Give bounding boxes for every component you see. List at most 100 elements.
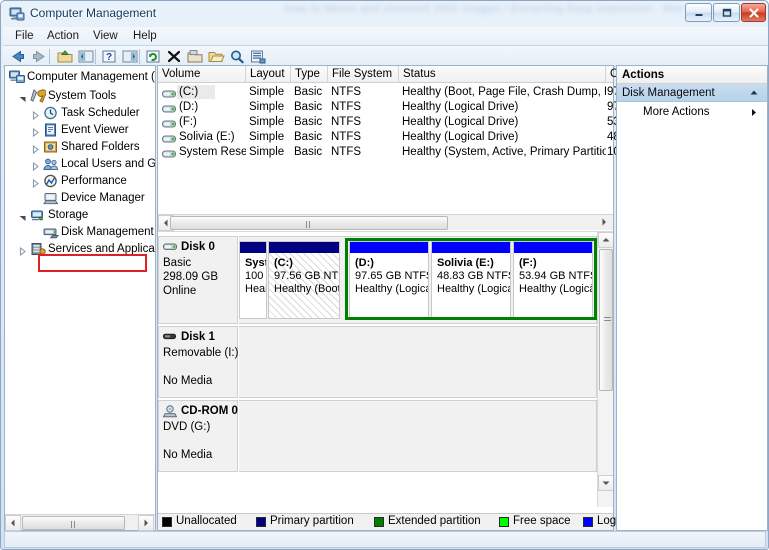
chevron-down-icon[interactable] — [18, 211, 27, 221]
scroll-right-arrow-icon[interactable] — [138, 515, 154, 531]
search-icon[interactable] — [228, 48, 246, 65]
tree-item-performance[interactable]: Performance — [5, 173, 155, 189]
chevron-right-icon[interactable] — [31, 109, 40, 121]
scroll-left-arrow-icon[interactable] — [5, 515, 21, 531]
chevron-right-icon[interactable] — [31, 177, 40, 189]
table-row[interactable]: (D:) Simple Basic NTFS Healthy (Logical … — [158, 100, 620, 115]
close-button[interactable] — [741, 3, 766, 22]
show-hide-tree-icon[interactable] — [77, 48, 95, 65]
toolbar-separator — [139, 49, 140, 64]
chevron-right-icon[interactable] — [31, 126, 40, 138]
cdrom-icon — [162, 405, 179, 418]
partition-bar — [240, 242, 266, 253]
show-action-pane-icon[interactable] — [121, 48, 139, 65]
table-row[interactable]: System Reserved Simple Basic NTFS Health… — [158, 145, 620, 160]
disk-view-vertical-scrollbar[interactable] — [597, 232, 613, 507]
tree-item-local-users-and-groups[interactable]: Local Users and Groups — [5, 156, 155, 172]
cell-volume: (F:) — [179, 116, 197, 128]
disk-block-cdrom-0[interactable]: CD-ROM 0 DVD (G:) No Media — [158, 400, 597, 472]
event-viewer-icon — [43, 123, 59, 137]
grip-icon — [70, 521, 77, 528]
up-folder-icon[interactable] — [56, 48, 74, 65]
cdrom-0-info[interactable]: CD-ROM 0 DVD (G:) No Media — [158, 400, 238, 472]
partition-f[interactable]: (F:) 53.94 GB NTFS Healthy (Logicà — [513, 241, 593, 319]
partition-c[interactable]: (C:) 97.56 GB NTFS Healthy (Boot, P. — [268, 241, 340, 319]
disk-block-disk-1[interactable]: Disk 1 Removable (I:) No Media — [158, 326, 597, 398]
disk-0-info[interactable]: Disk 0 Basic 298.09 GB Online — [158, 236, 238, 324]
actions-more-actions[interactable]: More Actions — [617, 104, 767, 121]
tree-item-event-viewer[interactable]: Event Viewer — [5, 122, 155, 138]
export-list-icon[interactable] — [249, 48, 267, 65]
column-header-type[interactable]: Type — [291, 66, 328, 82]
partition-system-reserved[interactable]: Systé 100 Μ Healt — [239, 241, 267, 319]
menu-help[interactable]: Help — [127, 29, 163, 44]
back-arrow-icon[interactable] — [9, 48, 27, 65]
table-row[interactable]: (F:) Simple Basic NTFS Healthy (Logical … — [158, 115, 620, 130]
open-folder-icon[interactable] — [207, 48, 225, 65]
forward-arrow-icon[interactable] — [30, 48, 48, 65]
tree-item-task-scheduler[interactable]: Task Scheduler — [5, 105, 155, 121]
cell-status: Healthy (Logical Drive) — [402, 116, 519, 128]
volume-icon — [162, 132, 176, 143]
partition-bar — [269, 242, 339, 253]
partition-label: (F:) — [519, 257, 537, 269]
computer-management-icon — [9, 6, 25, 22]
chevron-right-icon[interactable] — [18, 245, 27, 257]
refresh-icon[interactable] — [144, 48, 162, 65]
column-header-file-system[interactable]: File System — [328, 66, 399, 82]
help-icon[interactable]: ? — [100, 48, 118, 65]
volume-list-scroll-thumb[interactable] — [170, 216, 448, 230]
cell-file-system: NTFS — [331, 116, 362, 128]
chevron-right-icon[interactable] — [750, 104, 758, 127]
legend-swatch — [256, 517, 266, 527]
menu-action[interactable]: Action — [41, 29, 85, 44]
menu-file[interactable]: File — [9, 29, 40, 44]
tree-item-disk-management[interactable]: Disk Management — [5, 224, 155, 240]
tree-item-shared-folders[interactable]: Shared Folders — [5, 139, 155, 155]
legend-label: Unallocated — [176, 515, 237, 527]
minimize-button[interactable] — [685, 3, 712, 22]
disk-block-disk-0[interactable]: Disk 0 Basic 298.09 GB Online Systé 100 … — [158, 236, 613, 324]
scroll-up-arrow-icon[interactable] — [598, 232, 613, 248]
column-header-status[interactable]: Status — [399, 66, 606, 82]
tree-item-system-tools[interactable]: System Tools — [5, 88, 155, 104]
maximize-button[interactable] — [713, 3, 740, 22]
tree-item-label: Event Viewer — [61, 124, 129, 136]
table-row[interactable]: (C:) Simple Basic NTFS Healthy (Boot, Pa… — [158, 85, 620, 100]
menu-view[interactable]: View — [87, 29, 124, 44]
legend-swatch — [374, 517, 384, 527]
partition-status: Healt — [245, 283, 266, 295]
tree-item-computer-management[interactable]: Computer Management (Local — [5, 69, 155, 85]
volume-list-horizontal-scrollbar[interactable] — [158, 214, 613, 231]
cdrom-0-status: No Media — [163, 449, 213, 461]
delete-icon[interactable] — [165, 48, 183, 65]
tree-horizontal-scrollbar[interactable] — [5, 514, 155, 531]
properties-icon[interactable] — [186, 48, 204, 65]
partition-d[interactable]: (D:) 97.65 GB NTFS Healthy (Logica — [349, 241, 429, 319]
actions-group-disk-management[interactable]: Disk Management — [617, 84, 767, 102]
removable-disk-icon — [163, 331, 179, 344]
tree-scroll-thumb[interactable] — [22, 516, 125, 530]
chevron-down-icon[interactable] — [18, 92, 27, 102]
scroll-right-arrow-icon[interactable] — [597, 215, 613, 231]
chevron-right-icon[interactable] — [31, 160, 40, 172]
disk-1-info[interactable]: Disk 1 Removable (I:) No Media — [158, 326, 238, 398]
window-title: Computer Management — [30, 6, 157, 20]
tree-item-storage[interactable]: Storage — [5, 207, 155, 223]
column-header-volume[interactable]: Volume — [158, 66, 246, 82]
chevron-right-icon[interactable] — [31, 143, 40, 155]
disk-view-scroll-thumb[interactable] — [599, 249, 613, 391]
partition-legend: Unallocated Primary partition Extended p… — [158, 513, 662, 530]
tree-item-device-manager[interactable]: Device Manager — [5, 190, 155, 206]
disk-0-capacity: 298.09 GB — [163, 271, 218, 283]
column-header-layout[interactable]: Layout — [246, 66, 291, 82]
cell-file-system: NTFS — [331, 146, 362, 158]
tree-item-services-and-applications[interactable]: Services and Applications — [5, 241, 155, 257]
partition-status: Healthy (Logicà — [519, 283, 592, 295]
partition-details: Solivia (E:) 48.83 GB NTFS Healthy (Logi… — [432, 253, 510, 318]
partition-e-solivia[interactable]: Solivia (E:) 48.83 GB NTFS Healthy (Logi… — [431, 241, 511, 319]
legend-swatch — [499, 517, 509, 527]
table-row[interactable]: Solivia (E:) Simple Basic NTFS Healthy (… — [158, 130, 620, 145]
scroll-down-arrow-icon[interactable] — [598, 475, 613, 491]
cell-file-system: NTFS — [331, 131, 362, 143]
